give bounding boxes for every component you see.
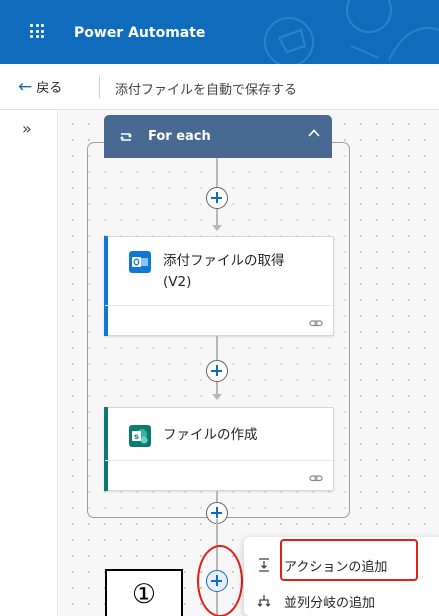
app-launcher-icon[interactable]: [30, 24, 44, 38]
app-title: Power Automate: [74, 25, 206, 41]
insert-step-button[interactable]: [206, 187, 228, 209]
loop-icon: [120, 132, 132, 141]
svg-text:s: s: [134, 432, 139, 441]
card-title: ファイルの作成: [163, 427, 258, 443]
connector-line: [216, 209, 218, 225]
card-footer: [105, 305, 333, 335]
menu-item-label: 並列分岐の追加: [284, 595, 376, 611]
insert-action-icon: [259, 558, 269, 572]
annotation-highlight-circle: [197, 545, 243, 616]
connector-arrow-icon: [212, 225, 222, 231]
action-card-create-file[interactable]: s ファイルの作成: [104, 407, 334, 491]
left-rail: »: [0, 110, 58, 616]
connector-line: [216, 336, 218, 360]
foreach-label: For each: [148, 129, 211, 144]
annotation-step-marker: ①: [105, 569, 183, 616]
back-label: 戻る: [36, 81, 63, 96]
card-title: 添付ファイルの取得 (V2): [163, 253, 285, 290]
sharepoint-icon: s: [129, 425, 151, 447]
menu-item-add-parallel-branch[interactable]: 並列分岐の追加: [244, 585, 439, 616]
connector-line: [216, 158, 218, 187]
annotation-highlight-rect: [280, 539, 418, 581]
link-icon: [309, 320, 323, 327]
header-decoration: [264, 0, 439, 64]
action-card-get-attachment[interactable]: 添付ファイルの取得 (V2): [104, 236, 334, 336]
divider: [99, 76, 100, 98]
foreach-header[interactable]: For each: [104, 115, 332, 158]
expand-panel-icon[interactable]: »: [22, 119, 32, 138]
card-footer: [105, 460, 333, 490]
parallel-branch-icon: [257, 595, 271, 607]
back-arrow-icon: ←: [18, 76, 33, 97]
connector-arrow-icon: [212, 394, 222, 400]
collapse-chevron-icon[interactable]: [306, 125, 322, 141]
flow-name: 添付ファイルを自動で保存する: [115, 83, 298, 98]
command-bar: ← 戻る 添付ファイルを自動で保存する: [0, 64, 439, 110]
insert-step-button[interactable]: [206, 360, 228, 382]
app-header: Power Automate: [0, 0, 439, 64]
connector-line: [216, 382, 218, 394]
connector-line: [216, 491, 218, 502]
link-icon: [309, 475, 323, 482]
outlook-icon: [129, 251, 151, 273]
back-button[interactable]: ← 戻る: [18, 76, 63, 97]
